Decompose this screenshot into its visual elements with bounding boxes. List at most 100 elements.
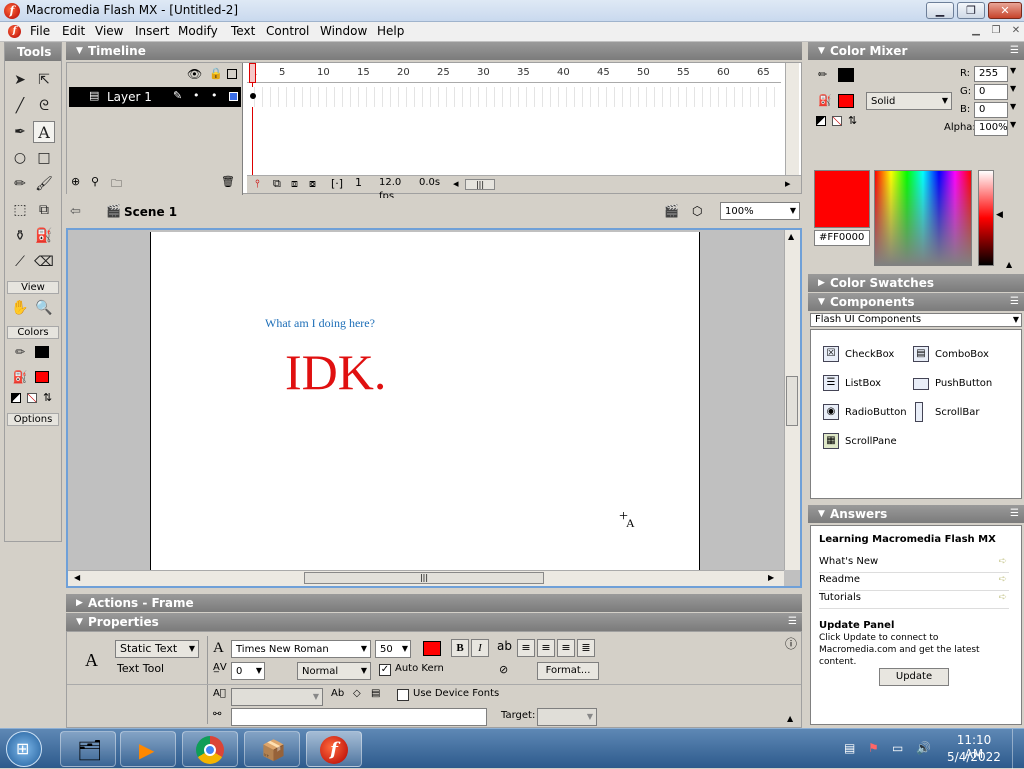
alpha-dropdown-icon[interactable]: ▼ [1010,120,1016,129]
menu-edit[interactable]: Edit [58,24,89,38]
panel-options-icon[interactable]: ☰ [1010,293,1019,311]
clock-date[interactable]: 5/4/2022 [946,750,1002,764]
actions-header[interactable]: ▶ Actions - Frame [66,594,802,612]
scroll-up-arrow-icon[interactable]: ▲ [788,232,794,241]
network-icon[interactable]: ▤ [844,741,855,755]
keyframe-dot[interactable] [250,93,256,99]
flash-app-icon[interactable]: f [4,3,20,19]
url-field[interactable] [231,708,487,726]
green-field[interactable]: 0 [974,84,1008,100]
menu-help[interactable]: Help [373,24,408,38]
brightness-pointer-icon[interactable]: ◀ [996,210,1003,220]
menu-insert[interactable]: Insert [131,24,173,38]
zoom-tool-icon[interactable]: 🔍 [33,297,55,319]
frame-track[interactable] [247,87,781,107]
green-dropdown-icon[interactable]: ▼ [1010,84,1016,93]
scroll-right-icon[interactable]: ▶ [768,573,774,582]
answers-header[interactable]: ▼ Answers ☰ [808,505,1024,523]
swap-colors-icon[interactable]: ⇅ [848,114,857,127]
readme-link[interactable]: Readme ➪ [819,574,1009,591]
hand-tool-icon[interactable]: ✋ [9,297,31,319]
html-icon[interactable]: ◇ [353,688,361,699]
stage-vscroll-thumb[interactable] [786,376,798,426]
menu-modify[interactable]: Modify [174,24,222,38]
eye-icon[interactable]: 👁 [187,67,202,81]
no-color-icon[interactable] [832,116,842,126]
answer-text[interactable]: IDK. [285,344,386,400]
modify-markers-icon[interactable]: [·] [331,177,343,190]
components-header[interactable]: ▼ Components ☰ [808,293,1024,311]
doc-close-icon[interactable]: ✕ [1008,25,1024,39]
close-button[interactable]: ✕ [988,2,1022,19]
onion-skin-icon[interactable]: ⧉ [273,177,281,191]
align-right-icon[interactable]: ≡ [557,639,575,657]
back-arrow-icon[interactable]: ⇦ [70,204,81,219]
oval-tool-icon[interactable]: ○ [9,147,31,169]
update-button[interactable]: Update [879,668,949,686]
zoom-select[interactable]: 100% ▼ [720,202,800,220]
edit-scene-icon[interactable]: 🎬 [664,204,679,218]
question-text[interactable]: What am I doing here? [265,316,375,331]
paint-bucket-tool-icon[interactable]: ⛽ [33,225,55,247]
default-colors-icon[interactable] [816,116,826,126]
tools-header[interactable]: Tools [5,43,61,61]
device-fonts-checkbox[interactable] [397,689,409,701]
scroll-left-arrow-icon[interactable]: ◂ [453,177,459,190]
component-item[interactable]: CheckBox [845,348,894,362]
justify-icon[interactable]: ≣ [577,639,595,657]
doc-minimize-icon[interactable]: ▁ [968,25,984,39]
properties-header[interactable]: ▼ Properties ☰ [66,613,802,631]
minimize-button[interactable]: ▁ [926,2,954,19]
component-item[interactable]: PushButton [935,377,992,391]
bold-button[interactable]: B [451,639,469,657]
add-guide-layer-icon[interactable]: ⚲ [91,175,99,188]
scroll-left-icon[interactable]: ◀ [74,573,80,582]
ink-bottle-tool-icon[interactable]: ⚱ [9,225,31,247]
pen-tool-icon[interactable]: ✒ [9,121,31,143]
show-desktop-button[interactable] [1012,729,1024,769]
panel-options-icon[interactable]: ☰ [1010,42,1019,60]
start-button[interactable]: ⊞ [6,731,42,767]
target-select[interactable]: ▼ [537,708,597,726]
no-color-icon[interactable] [27,393,37,403]
blue-field[interactable]: 0 [974,102,1008,118]
free-transform-tool-icon[interactable]: ⬚ [9,199,31,221]
flash-taskbar-button[interactable]: f [306,731,362,767]
mixer-fill-swatch[interactable] [838,94,854,108]
timeline-vscroll[interactable] [785,63,799,175]
collapse-panel-icon[interactable]: ▲ [787,714,793,723]
timeline-hscroll-thumb[interactable]: ||| [465,179,495,190]
stage-hscroll-thumb[interactable]: ||| [304,572,544,584]
auto-kern-checkbox[interactable]: ✓ [379,664,391,676]
volume-icon[interactable]: 🔊 [916,741,931,755]
scroll-right-arrow-icon[interactable]: ▸ [785,177,791,190]
text-type-select[interactable]: Static Text ▼ [115,640,199,658]
component-item[interactable]: RadioButton [845,406,907,420]
display-icon[interactable]: ▭ [892,741,903,755]
eraser-tool-icon[interactable]: ⌫ [33,251,55,273]
menu-file[interactable]: File [26,24,54,38]
lock-icon[interactable]: 🔒 [209,67,223,80]
panel-options-icon[interactable]: ☰ [788,613,797,631]
line-type-select[interactable]: ▼ [231,688,323,706]
pencil-tool-icon[interactable]: ✏ [9,173,31,195]
mixer-stroke-swatch[interactable] [838,68,854,82]
fill-style-select[interactable]: Solid ▼ [866,92,952,110]
layer-lock-dot[interactable]: • [211,89,218,102]
tutorials-link[interactable]: Tutorials ➪ [819,592,1009,609]
subselect-tool-icon[interactable]: ⇱ [33,69,55,91]
insert-layer-icon[interactable]: ⊕ [71,175,80,188]
selectable-icon[interactable]: Ab [331,688,344,699]
layer-row[interactable]: ▤ Layer 1 ✎ • • [69,87,241,107]
red-dropdown-icon[interactable]: ▼ [1010,66,1016,75]
red-field[interactable]: 255 [974,66,1008,82]
fill-transform-tool-icon[interactable]: ⧉ [33,199,55,221]
align-center-icon[interactable]: ≡ [537,639,555,657]
edit-multiple-icon[interactable]: ⧇ [309,177,316,191]
color-mixer-header[interactable]: ▼ Color Mixer ☰ [808,42,1024,60]
rectangle-tool-icon[interactable]: □ [33,147,55,169]
color-swatches-header[interactable]: ▶ Color Swatches [808,274,1024,292]
arrow-tool-icon[interactable]: ➤ [9,69,31,91]
fill-color-swatch[interactable] [35,371,49,383]
doc-restore-icon[interactable]: ❐ [988,25,1004,39]
